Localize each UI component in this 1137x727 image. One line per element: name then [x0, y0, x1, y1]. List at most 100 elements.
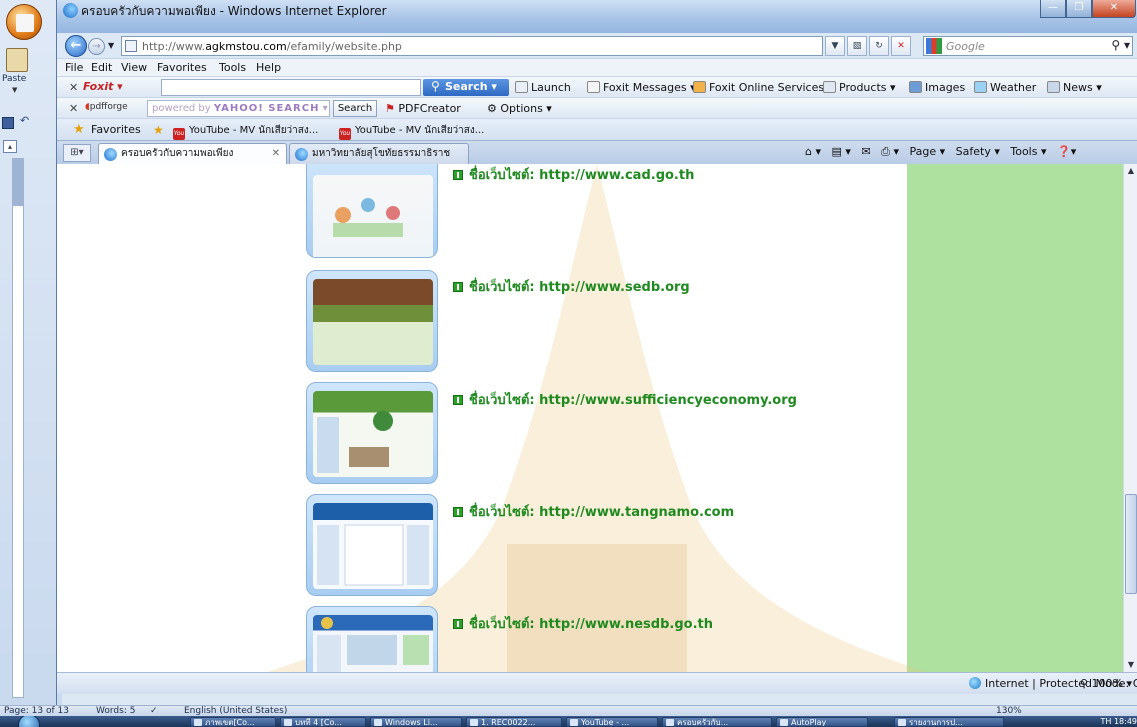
taskbar-item[interactable]: YouTube - ...	[566, 717, 658, 727]
recent-pages-dropdown[interactable]: ▼	[108, 41, 114, 50]
fav-link-youtube-2[interactable]: You YouTube - MV นักเสียว่าสง...	[339, 123, 484, 140]
page-count[interactable]: Page: 13 of 13	[4, 706, 69, 716]
news-button[interactable]: News ▾	[1047, 81, 1102, 94]
pdfcreator-button[interactable]: ⚑ PDFCreator	[385, 102, 461, 115]
site-thumbnail-tangnamo[interactable]	[306, 494, 438, 596]
add-favorite-icon[interactable]: ★	[153, 123, 164, 137]
site-thumbnail-cad[interactable]	[306, 164, 438, 258]
website-item[interactable]: ชื่อเว็บไซต์: http://www.nesdb.go.th	[453, 613, 713, 634]
ruler-toggle-icon[interactable]: ▴	[3, 140, 17, 153]
sufficiency-page-layout	[317, 411, 393, 473]
taskbar-item[interactable]: 1. REC0022...	[466, 717, 562, 727]
launch-button[interactable]: Launch	[515, 81, 571, 94]
tab-family-sufficiency[interactable]: ครอบครัวกับความพอเพียง ✕	[98, 143, 287, 165]
scroll-up-icon[interactable]: ▲	[1124, 164, 1137, 178]
spellcheck-icon[interactable]: ✓	[150, 706, 158, 716]
foxit-logo[interactable]: Foxit ▾	[83, 80, 123, 93]
close-button[interactable]: ✕	[1092, 0, 1136, 18]
zoom-level[interactable]: ⚲ 100% ▾	[1080, 677, 1132, 690]
close-tab-icon[interactable]: ✕	[272, 144, 280, 164]
fav-link-youtube-1[interactable]: You YouTube - MV นักเสียว่าสง...	[173, 123, 318, 140]
yahoo-placeholder: powered by YAHOO! SEARCH ▾	[152, 103, 328, 114]
maximize-button[interactable]: ❐	[1066, 0, 1092, 18]
print-icon[interactable]: ⎙ ▾	[881, 145, 899, 158]
help-icon[interactable]: ❓▾	[1057, 145, 1076, 158]
products-button[interactable]: Products ▾	[823, 81, 896, 94]
stop-icon[interactable]: ✕	[891, 36, 911, 56]
quick-tabs-button[interactable]: ⊞▾	[63, 144, 91, 162]
globe-icon	[969, 677, 981, 689]
address-url[interactable]: http://www.agkmstou.com/efamily/website.…	[142, 40, 402, 53]
scroll-thumb[interactable]	[1125, 494, 1137, 594]
safety-menu[interactable]: Safety ▾	[956, 145, 1000, 158]
taskbar-item[interactable]: Windows Li...	[370, 717, 462, 727]
favorites-button[interactable]: Favorites	[91, 123, 141, 136]
forward-button[interactable]: →	[88, 38, 105, 55]
save-icon[interactable]	[2, 117, 14, 129]
vertical-scrollbar[interactable]: ▲ ▼	[1123, 164, 1137, 672]
options-button[interactable]: ⚙ Options ▾	[487, 102, 552, 115]
undo-icon[interactable]: ↶	[20, 114, 29, 127]
foxit-search-button[interactable]: Search ▾	[423, 78, 509, 96]
taskbar-item[interactable]: รายงานการป...	[894, 717, 1004, 727]
yahoo-search-input[interactable]: powered by YAHOO! SEARCH ▾	[147, 100, 330, 117]
tools-menu[interactable]: Tools ▾	[1010, 145, 1046, 158]
start-button[interactable]	[18, 716, 40, 727]
minimize-button[interactable]: —	[1040, 0, 1066, 18]
page-menu[interactable]: Page ▾	[909, 145, 945, 158]
foxit-online-services-button[interactable]: Foxit Online Services	[693, 81, 824, 94]
website-item[interactable]: ชื่อเว็บไซต์: http://www.tangnamo.com	[453, 501, 734, 522]
bullet-icon	[453, 395, 463, 405]
site-thumbnail-sufficiency[interactable]	[306, 382, 438, 484]
refresh-icon[interactable]: ↻	[869, 36, 889, 56]
word-count[interactable]: Words: 5	[96, 706, 135, 716]
menu-tools[interactable]: Tools	[219, 61, 246, 74]
site-thumbnail-nesdb[interactable]	[306, 606, 438, 672]
scroll-down-icon[interactable]: ▼	[1124, 658, 1137, 672]
search-input[interactable]: Google ⚲ ▾	[923, 36, 1133, 56]
website-item[interactable]: ชื่อเว็บไซต์: http://www.cad.go.th	[453, 164, 694, 185]
sufficiency-site-thumbnail-icon	[313, 391, 433, 477]
address-dropdown-button[interactable]: ▼	[825, 36, 845, 56]
feeds-icon[interactable]: ▤ ▾	[832, 145, 851, 158]
menu-file[interactable]: File	[65, 61, 83, 74]
close-icon[interactable]: ✕	[69, 102, 78, 115]
pdfforge-logo[interactable]: ◖pdfforge	[85, 102, 128, 112]
system-tray-clock[interactable]: TH 18:49	[1101, 716, 1137, 727]
pdf-search-button[interactable]: Search	[333, 100, 377, 117]
taskbar-item[interactable]: ภาพเขต[Co...	[190, 717, 276, 727]
weather-button[interactable]: Weather	[974, 81, 1036, 94]
home-icon[interactable]: ⌂ ▾	[805, 145, 821, 158]
address-bar[interactable]: http://www.agkmstou.com/efamily/website.…	[121, 36, 823, 56]
favorites-star-icon[interactable]: ★	[73, 122, 85, 137]
foxit-messages-button[interactable]: Foxit Messages ▾	[587, 81, 696, 94]
menu-help[interactable]: Help	[256, 61, 281, 74]
menu-favorites[interactable]: Favorites	[157, 61, 207, 74]
menu-edit[interactable]: Edit	[91, 61, 112, 74]
window-controls: — ❐ ✕	[1040, 0, 1136, 18]
paste-icon[interactable]	[6, 48, 28, 72]
taskbar-item[interactable]: AutoPlay	[776, 717, 868, 727]
menu-view[interactable]: View	[121, 61, 147, 74]
office-button-icon[interactable]	[6, 4, 42, 40]
website-item[interactable]: ชื่อเว็บไซต์: http://www.sufficiencyecon…	[453, 389, 797, 410]
paste-label[interactable]: Paste	[2, 74, 26, 84]
language[interactable]: English (United States)	[184, 706, 287, 716]
compatibility-icon[interactable]: ▧	[847, 36, 867, 56]
taskbar-item[interactable]: ครอบครัวกับ...	[662, 717, 772, 727]
chevron-down-icon[interactable]: ▼	[12, 86, 17, 94]
ie-icon	[104, 148, 117, 161]
website-item[interactable]: ชื่อเว็บไซต์: http://www.sedb.org	[453, 276, 690, 297]
taskbar-item[interactable]: บทที่ 4 [Co...	[280, 717, 366, 727]
nesdb-site-thumbnail-icon	[313, 615, 433, 672]
site-thumbnail-sedb[interactable]	[306, 270, 438, 372]
cad-site-thumbnail-icon	[313, 175, 433, 257]
search-icon[interactable]: ⚲ ▾	[1111, 38, 1130, 52]
back-button[interactable]: ←	[65, 35, 87, 57]
tab-stou[interactable]: มหาวิทยาลัยสุโขทัยธรรมาธิราช	[289, 143, 469, 165]
close-icon[interactable]: ✕	[69, 81, 78, 94]
images-button[interactable]: Images	[909, 81, 965, 94]
mail-icon[interactable]: ✉	[861, 145, 870, 158]
foxit-search-input[interactable]	[161, 79, 421, 96]
word-zoom[interactable]: 130%	[996, 706, 1022, 716]
